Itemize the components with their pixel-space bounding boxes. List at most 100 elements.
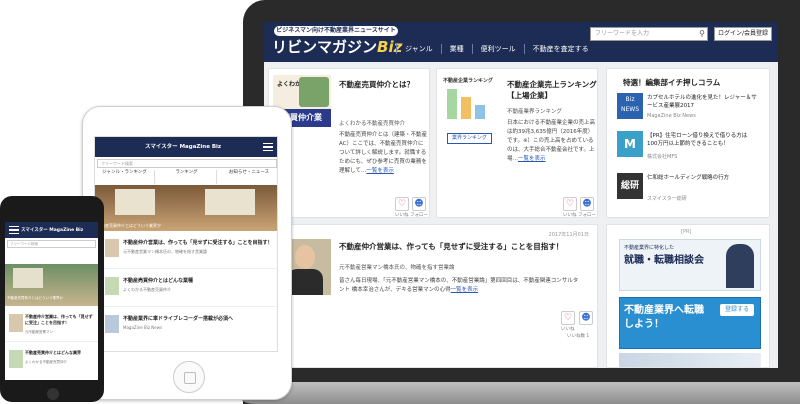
follow-button[interactable]: ☻ (580, 197, 594, 211)
search-icon[interactable]: ⚲ (697, 28, 707, 40)
chart-icon-bar (475, 105, 485, 119)
nav-item-appraisal[interactable]: 不動産を査定する (523, 44, 597, 54)
article-excerpt: 日本における不動産業企業の売上高は約39兆3,635億円（2016年度）です。※… (507, 120, 596, 162)
item-thumb (105, 277, 119, 295)
item-subtitle: 元不動産営業マン (25, 330, 53, 334)
author-face (295, 245, 315, 269)
research-icon: 総研 (617, 173, 643, 199)
thumb-label: 不動産企業ランキング (443, 78, 493, 84)
tablet-screen: スマイスター MagaZine Biz フリーワード検索 ジャンル・ランキング … (94, 136, 278, 352)
like-label: いいね (561, 327, 575, 332)
like-count: いいね数 1 (567, 334, 590, 339)
register-button[interactable]: 登録する (720, 304, 754, 316)
category-tag[interactable]: 業界ランキング (447, 133, 492, 144)
article-thumbnail: 不動産企業ランキング (441, 75, 499, 127)
laptop-screen: ビジネスマン向け不動産業界ニュースサイト リビンマガジンBiz ジャンル 業種 … (264, 22, 778, 368)
like-label: いいね (395, 213, 409, 218)
article-date: 2017年11月01日 (548, 232, 589, 238)
sidebar-item-meta: MagaZine Biz News (647, 113, 696, 119)
hero-caption: 不動産売買仲介とはどういう業界か (7, 296, 63, 300)
phone-search[interactable]: フリーワード検索 (7, 240, 96, 248)
feature-excerpt: 皆さん毎日現場、「元不動産営業マン橋本の、不動産営業論」第四回目は、不動産関連コ… (339, 278, 579, 293)
sidebar-item-meta: 株式会社MFS (647, 154, 678, 160)
article-excerpt: 不動産売買仲介とは（建築・不動産AC）ここでは、不動産売買仲介について詳しく解説… (339, 132, 428, 174)
read-more-link[interactable]: 一覧を表示 (518, 156, 546, 162)
like-button[interactable]: ♡ (395, 197, 409, 211)
article-card[interactable]: 不動産企業ランキング 不動産企業売上ランキング【上場企業】 不動産業界ランキング… (436, 68, 598, 218)
site-tagline: ビジネスマン向け不動産業界ニュースサイト (274, 26, 398, 36)
main-nav: ジャンル 業種 便利ツール 不動産を査定する (396, 44, 597, 54)
mfs-logo-icon: M (617, 131, 643, 157)
phone-home-button[interactable] (47, 388, 59, 400)
feature-title[interactable]: 不動産仲介営業は、作っても「見せずに受注する」ことを目指す！ (339, 241, 589, 252)
item-title: 不動産仲介営業は、作っても「見せずに受注」ことを目指す！ (25, 314, 93, 325)
tablet-tab[interactable]: ランキング (157, 170, 217, 184)
banner-small-text: 不動産業界に特化した (624, 245, 675, 251)
banner-person (726, 244, 754, 288)
site-header: ビジネスマン向け不動産業界ニュースサイト リビンマガジンBiz ジャンル 業種 … (264, 22, 778, 62)
follow-label: フォロー (410, 213, 428, 218)
tablet-tab[interactable]: お知らせ・ニュース (219, 170, 277, 184)
sidebar-heading: 特選！編集部イチ押しコラム (623, 78, 721, 87)
tablet-search[interactable]: フリーワード検索 (97, 159, 277, 168)
hero-window (205, 189, 255, 215)
sidebar-item[interactable]: M 【PR】住宅ローン借り換えで借りる方は 100万円以上節約できることも！ 株… (617, 131, 757, 161)
sidebar-item[interactable]: Biz NEWS カプセルホテルの進化を見た！レジャー＆サービス産業展2017 … (617, 93, 757, 123)
article-subtitle: よくわかる不動産売買仲介 (339, 121, 406, 127)
chart-icon-bar (461, 97, 471, 119)
phone-header: スマイスター MagaZine Biz (5, 222, 98, 238)
tablet-logo[interactable]: スマイスター MagaZine Biz (145, 142, 221, 150)
job-banner[interactable]: 不動産業界へ転職しよう！ 登録する (619, 297, 761, 349)
tablet-home-button[interactable] (173, 361, 205, 393)
ad-column: [PR] 不動産業界に特化した 就職・転職相談会 不動産業界へ転職しよう！ 登録… (606, 224, 770, 368)
feature-article[interactable]: 2017年11月01日 不動産仲介営業は、作っても「見せずに受注する」ことを目指… (268, 224, 598, 368)
like-button[interactable]: ♡ (561, 311, 575, 325)
sidebar-column: 特選！編集部イチ押しコラム Biz NEWS カプセルホテルの進化を見た！レジャ… (606, 68, 770, 218)
follow-label: フォロー (578, 213, 596, 218)
phone-logo[interactable]: スマイスター MagaZine Biz (21, 227, 83, 233)
item-subtitle: MagaZine Biz News (123, 325, 163, 330)
item-title: 不動産業界に車ドライブレコーダー搭載が必須へ (123, 316, 234, 322)
sidebar-item-meta: スマイスター総研 (647, 196, 687, 202)
menu-icon[interactable] (263, 143, 273, 152)
nav-item-tools[interactable]: 便利ツール (471, 44, 524, 54)
item-title: 不動産仲介営業は、作っても「見せずに受注する」ことを目指す！ (123, 240, 273, 246)
item-thumb (105, 315, 119, 333)
tablet-article-item[interactable]: 不動産仲介営業は、作っても「見せずに受注する」ことを目指す！ 元不動産営業マン橋… (95, 233, 277, 269)
like-button[interactable]: ♡ (563, 197, 577, 211)
search-input[interactable]: フリーワードを入力 (590, 27, 708, 41)
follow-button[interactable]: ☻ (579, 311, 593, 325)
article-title[interactable]: 不動産売買仲介とは？ (339, 79, 429, 90)
feature-subtitle: 元不動産営業マン橋本氏の、物確を指す営業論 (339, 265, 455, 271)
follow-button[interactable]: ☻ (412, 197, 426, 211)
site-logo[interactable]: リビンマガジンBiz (272, 36, 402, 57)
device-mockup-stage: ビジネスマン向け不動産業界ニュースサイト リビンマガジンBiz ジャンル 業種 … (0, 0, 800, 404)
career-banner[interactable]: 不動産業界に特化した 就職・転職相談会 (619, 239, 761, 291)
login-button[interactable]: ログイン/会員登録 (714, 27, 772, 41)
item-subtitle: よくわかる不動産売買仲介 (123, 287, 171, 292)
nav-item-genre[interactable]: ジャンル (396, 44, 441, 54)
phone-article-item[interactable]: 不動産売買仲介とはどんな業界 よくわかる不動産売買仲介 (5, 346, 98, 378)
thumb-visual (299, 77, 329, 107)
article-subtitle: 不動産業界ランキング (507, 109, 562, 115)
phone-screen: スマイスター MagaZine Biz フリーワード検索 不動産売買仲介とはどう… (5, 222, 98, 380)
nav-item-industry[interactable]: 業種 (440, 44, 472, 54)
phone-hero-image[interactable]: 不動産売買仲介とはどういう業界か (5, 264, 98, 306)
tablet-tab[interactable]: ジャンル・ランキング (95, 170, 155, 184)
read-more-link[interactable]: 一覧を表示 (451, 287, 479, 293)
tablet-article-item[interactable]: 不動産業界に車ドライブレコーダー搭載が必須へ MagaZine Biz News (95, 309, 277, 345)
city-banner (619, 353, 761, 367)
item-thumb (105, 239, 119, 257)
tablet-header: スマイスター MagaZine Biz (95, 137, 277, 157)
sidebar-item[interactable]: 総研 仁和総ホールディング戦略の行方 スマイスター総研 (617, 173, 757, 203)
article-card[interactable]: よくわかる 売買仲介業 不動産売買仲介とは？ よくわかる不動産売買仲介 不動産売… (268, 68, 430, 218)
menu-icon[interactable] (9, 226, 19, 235)
sidebar-item-title: カプセルホテルの進化を見た！レジャー＆サービス産業展2017 (647, 95, 757, 109)
item-subtitle: 元不動産営業マン橋本氏の、物確を指す営業論 (123, 249, 207, 254)
chart-icon (447, 89, 457, 119)
phone-article-item[interactable]: 不動産仲介営業は、作っても「見せずに受注」ことを目指す！ 元不動産営業マン (5, 310, 98, 342)
tablet-hero-image[interactable]: 不動産売買仲介とはどういう業界か (95, 185, 277, 231)
read-more-link[interactable]: 一覧を表示 (366, 168, 394, 174)
article-title[interactable]: 不動産企業売上ランキング【上場企業】 (507, 79, 597, 101)
tablet-article-item[interactable]: 不動産売買仲介とはどんな業種 よくわかる不動産売買仲介 (95, 271, 277, 307)
